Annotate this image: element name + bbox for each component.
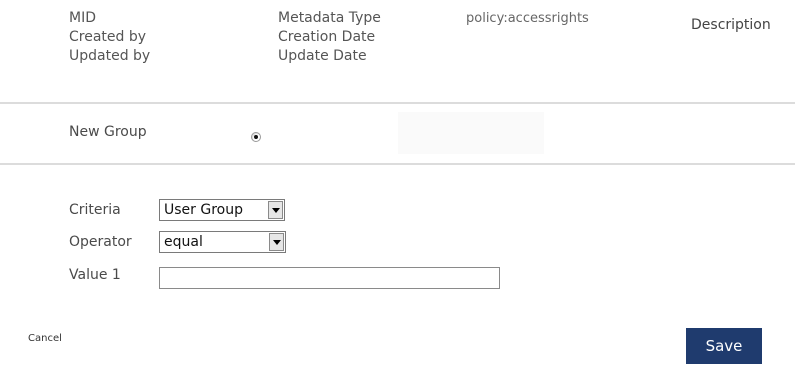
chevron-down-icon[interactable] (268, 201, 283, 219)
divider-top (0, 102, 795, 104)
operator-label: Operator (69, 234, 132, 250)
new-group-radio[interactable] (251, 132, 261, 142)
description-label: Description (691, 17, 771, 33)
metadata-type-value: policy:accessrights (466, 11, 589, 26)
criteria-select-value: User Group (164, 202, 243, 218)
value1-label: Value 1 (69, 267, 121, 283)
criteria-label: Criteria (69, 202, 121, 218)
new-group-label: New Group (69, 124, 147, 140)
operator-select[interactable]: equal (159, 231, 286, 253)
save-button[interactable]: Save (686, 328, 762, 364)
cancel-link[interactable]: Cancel (28, 333, 62, 344)
group-name-area (398, 112, 544, 154)
updated-by-label: Updated by (69, 48, 151, 64)
metadata-type-label: Metadata Type (278, 10, 381, 26)
creation-date-label: Creation Date (278, 29, 376, 45)
value1-input[interactable] (159, 267, 500, 289)
divider-middle (0, 163, 795, 165)
criteria-select[interactable]: User Group (159, 199, 285, 221)
created-by-label: Created by (69, 29, 147, 45)
operator-select-value: equal (164, 234, 203, 250)
chevron-down-icon[interactable] (269, 233, 284, 251)
update-date-label: Update Date (278, 48, 367, 64)
mid-label: MID (69, 10, 96, 26)
